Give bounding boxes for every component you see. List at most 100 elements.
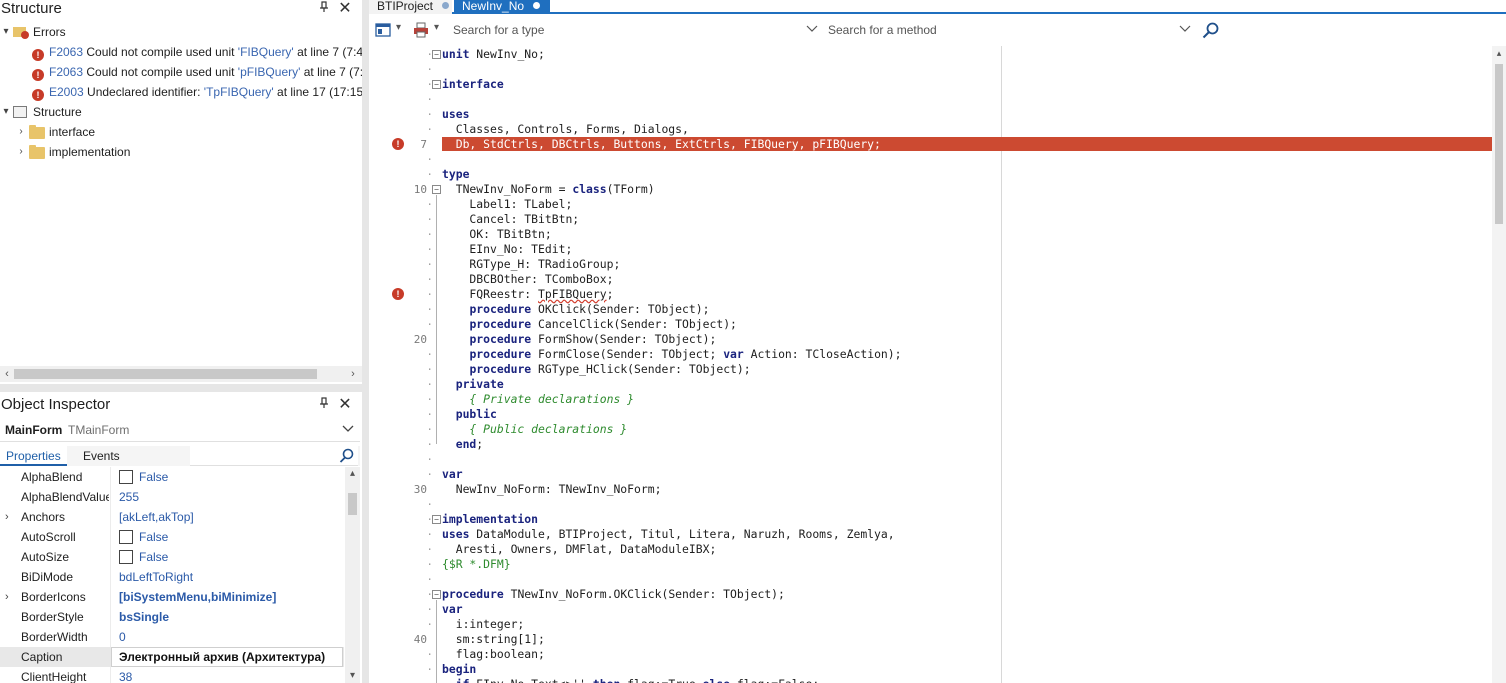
code-line[interactable]: { Private declarations } [442,392,634,407]
property-row-alphablend[interactable]: AlphaBlend False [0,467,344,487]
chevron-right-icon[interactable]: › [5,507,15,527]
search-type-input[interactable]: Search for a type [453,21,819,39]
property-value[interactable]: Электронный архив (Архитектура) [119,647,325,667]
property-value[interactable]: bsSingle [119,607,169,627]
property-value[interactable]: 38 [119,667,132,683]
fold-toggle-icon[interactable]: − [432,185,441,194]
code-line[interactable]: DBCBOther: TComboBox; [442,272,613,287]
code-line[interactable]: {$R *.DFM} [442,557,511,572]
code-line[interactable]: type [442,167,469,182]
code-line[interactable]: if EInv_No.Text<>'' then flag:=True else… [442,677,820,683]
code-line[interactable]: procedure OKClick(Sender: TObject); [442,302,709,317]
property-value[interactable]: False [139,547,168,567]
chevron-right-icon[interactable]: › [16,142,26,162]
fold-toggle-icon[interactable]: − [432,515,441,524]
property-row-bidimode[interactable]: BiDiMode bdLeftToRight [0,567,344,587]
fold-toggle-icon[interactable]: − [432,590,441,599]
code-line[interactable]: TNewInv_NoForm = class(TForm) [442,182,655,197]
chevron-down-icon[interactable] [805,21,819,41]
error-item[interactable]: ! F2063 Could not compile used unit 'pFIB… [32,62,370,82]
property-value[interactable]: False [139,527,168,547]
code-line[interactable]: private [442,377,504,392]
code-line[interactable]: begin [442,662,476,677]
chevron-down-icon[interactable] [1178,21,1192,41]
code-line[interactable]: NewInv_NoForm: TNewInv_NoForm; [442,482,662,497]
code-line[interactable]: EInv_No: TEdit; [442,242,572,257]
editor-tab-newinv-no[interactable]: NewInv_No [454,0,550,14]
property-value[interactable]: [biSystemMenu,biMinimize] [119,587,276,607]
tab-properties[interactable]: Properties [0,446,67,466]
error-marker-icon[interactable]: ! [392,138,404,150]
fold-toggle-icon[interactable]: − [432,50,441,59]
tab-events[interactable]: Events [77,446,126,466]
scroll-down-icon[interactable]: ▾ [345,669,360,683]
scrollbar-thumb[interactable] [14,369,317,379]
property-search-input[interactable] [190,446,358,466]
search-icon[interactable] [1202,22,1219,39]
dock-splitter[interactable] [362,0,369,683]
form-view-icon[interactable] [375,22,391,38]
code-line[interactable]: procedure CancelClick(Sender: TObject); [442,317,736,332]
code-line[interactable]: FQReestr: TpFIBQuery; [442,287,613,302]
property-row-autosize[interactable]: AutoSize False [0,547,344,567]
chevron-down-icon[interactable]: ▾ [434,22,439,33]
property-row-bordericons[interactable]: › BorderIcons [biSystemMenu,biMinimize] [0,587,344,607]
code-line[interactable]: procedure FormClose(Sender: TObject; var… [442,347,901,362]
editor-tab-btiproject[interactable]: BTIProject [369,0,452,14]
code-line[interactable]: Label1: TLabel; [442,197,572,212]
scrollbar-thumb[interactable] [1495,64,1503,224]
pane-splitter[interactable] [0,384,362,392]
scroll-right-icon[interactable]: › [346,366,360,382]
property-value[interactable]: 0 [119,627,126,647]
scrollbar-thumb[interactable] [348,493,357,515]
editor-vertical-scrollbar[interactable]: ▴ [1492,46,1506,683]
chevron-down-icon[interactable] [342,422,354,437]
property-row-borderstyle[interactable]: BorderStyle bsSingle [0,607,344,627]
chevron-down-icon[interactable]: ▾ [1,102,11,122]
code-line[interactable]: var [442,602,463,617]
code-line[interactable]: procedure FormShow(Sender: TObject); [442,332,716,347]
property-row-caption[interactable]: Caption Электронный архив (Архитектура) [0,647,344,667]
code-line[interactable]: Db, StdCtrls, DBCtrls, Buttons, ExtCtrls… [442,137,881,152]
chevron-down-icon[interactable]: ▾ [1,22,11,42]
code-line[interactable]: var [442,467,463,482]
chevron-right-icon[interactable]: › [16,122,26,142]
code-line[interactable]: procedure RGType_HClick(Sender: TObject)… [442,362,750,377]
property-checkbox[interactable] [119,470,133,484]
property-row-clientheight[interactable]: ClientHeight 38 [0,667,344,683]
scroll-up-icon[interactable]: ▴ [1492,46,1506,60]
property-row-alphablendvalue[interactable]: AlphaBlendValue 255 [0,487,344,507]
code-line[interactable]: RGType_H: TRadioGroup; [442,257,620,272]
scroll-left-icon[interactable]: ‹ [0,366,14,382]
component-selector[interactable]: MainForm TMainForm [0,420,360,442]
scroll-up-icon[interactable]: ▴ [345,467,360,481]
close-icon[interactable]: ✕ [337,396,353,414]
property-value[interactable]: [akLeft,akTop] [119,507,194,527]
structure-horizontal-scrollbar[interactable]: ‹ › [0,366,362,382]
property-grid-scrollbar[interactable]: ▴ ▾ [345,467,360,683]
code-line[interactable]: end; [442,437,483,452]
code-line[interactable]: uses DataModule, BTIProject, Titul, Lite… [442,527,895,542]
code-line[interactable]: Classes, Controls, Forms, Dialogs, [442,122,689,137]
code-area[interactable]: unit NewInv_No; interface uses Classes, Co… [442,46,1492,683]
fold-toggle-icon[interactable]: − [432,80,441,89]
code-line[interactable]: procedure TNewInv_NoForm.OKClick(Sender:… [442,587,785,602]
code-line[interactable]: unit NewInv_No; [442,47,545,62]
search-method-input[interactable]: Search for a method [828,21,1192,39]
search-icon[interactable] [339,448,354,466]
code-line[interactable]: flag:boolean; [442,647,545,662]
error-item[interactable]: ! F2063 Could not compile used unit 'FIBQ… [32,42,370,62]
property-row-borderwidth[interactable]: BorderWidth 0 [0,627,344,647]
pin-icon[interactable] [316,0,332,18]
code-line[interactable]: { Public declarations } [442,422,627,437]
code-line[interactable]: implementation [442,512,538,527]
code-line[interactable]: OK: TBitBtn; [442,227,551,242]
code-line[interactable]: i:integer; [442,617,525,632]
property-value[interactable]: 255 [119,487,139,507]
error-marker-icon[interactable]: ! [392,288,404,300]
error-item[interactable]: ! E2003 Undeclared identifier: 'TpFIBQuer… [32,82,367,102]
pin-icon[interactable] [316,396,332,414]
property-row-anchors[interactable]: › Anchors [akLeft,akTop] [0,507,344,527]
chevron-right-icon[interactable]: › [5,587,15,607]
property-checkbox[interactable] [119,550,133,564]
